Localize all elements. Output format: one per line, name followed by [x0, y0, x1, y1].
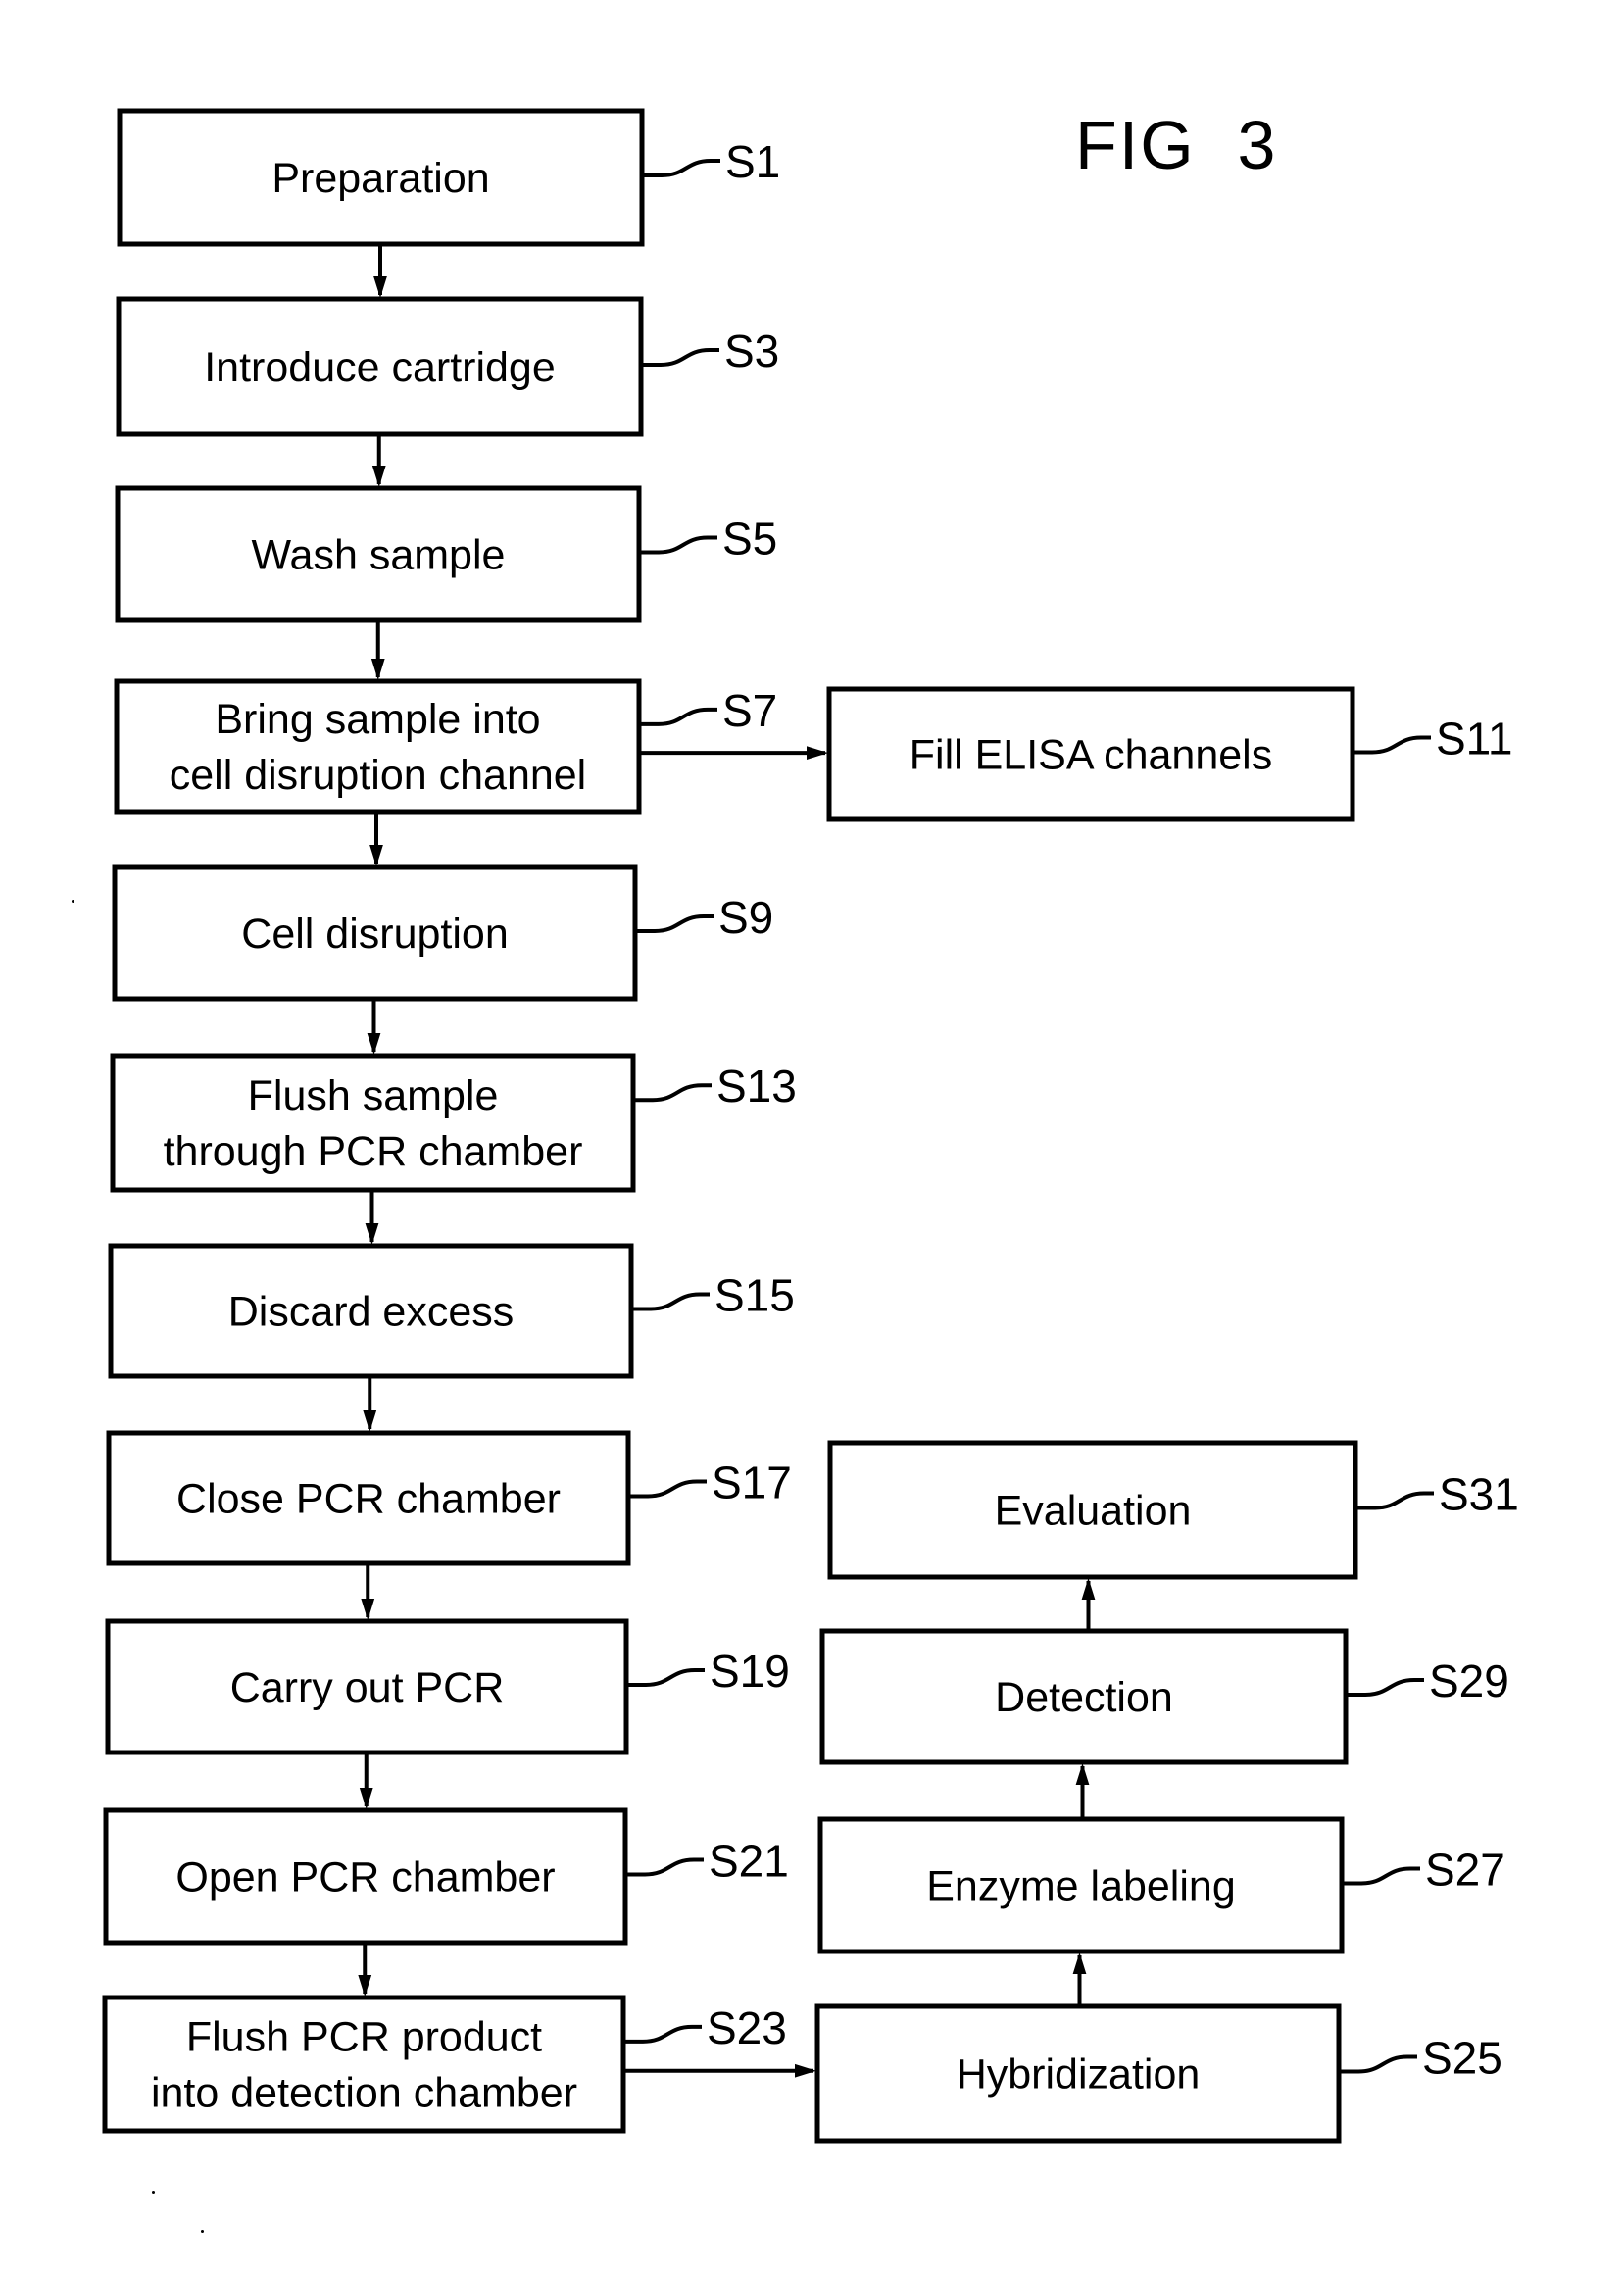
leader-line — [639, 535, 717, 555]
step-box-s27: Enzyme labeling — [817, 1816, 1345, 1954]
arrow-head — [358, 1975, 372, 1997]
step-text: Bring sample into — [215, 696, 540, 743]
step-text: Close PCR chamber — [176, 1476, 561, 1523]
step-box-s1: Preparation — [117, 108, 645, 247]
step-text: Flush sample — [248, 1072, 499, 1119]
step-reference-label: S19 — [710, 1646, 790, 1697]
leader-line — [639, 707, 717, 726]
step-text: Introduce cartridge — [204, 344, 556, 391]
step-text: Fill ELISA channels — [910, 732, 1272, 779]
arrow-head — [365, 1223, 379, 1245]
step-reference-label: S3 — [724, 325, 779, 376]
step-reference-label: S5 — [722, 514, 777, 565]
step-reference-label: S11 — [1436, 714, 1512, 765]
leader-line — [631, 1292, 710, 1311]
step-text: through PCR chamber — [164, 1128, 583, 1175]
leader-line — [633, 1083, 712, 1103]
scan-speck — [72, 900, 74, 903]
step-box-s5: Wash sample — [115, 485, 642, 623]
leader-line — [635, 914, 714, 933]
step-text: Enzyme labeling — [926, 1863, 1236, 1910]
leader-line — [625, 1857, 704, 1877]
step-text: Detection — [995, 1674, 1173, 1721]
scan-speck — [201, 2230, 204, 2233]
step-box-s31: Evaluation — [827, 1440, 1358, 1580]
leader-line — [1353, 735, 1431, 755]
arrow-head — [363, 1410, 377, 1432]
step-box-s19: Carry out PCR — [105, 1618, 629, 1755]
leader-line — [623, 2024, 702, 2044]
step-box-s15: Discard excess — [108, 1243, 634, 1379]
step-text: Open PCR chamber — [175, 1854, 555, 1901]
arrow-head — [361, 1599, 375, 1620]
step-reference-label: S25 — [1422, 2033, 1502, 2084]
step-text: Preparation — [271, 155, 489, 202]
step-text: Cell disruption — [241, 911, 508, 958]
leader-line — [1342, 1866, 1420, 1886]
leader-line — [641, 348, 719, 367]
step-reference-label: S23 — [707, 2002, 787, 2053]
step-text: Discard excess — [228, 1289, 515, 1336]
scan-speck — [152, 2191, 155, 2194]
step-reference-label: S13 — [716, 1061, 797, 1111]
step-reference-label: S17 — [712, 1457, 792, 1508]
step-box-s23: Flush PCR product into detection chamber — [102, 1995, 626, 2134]
arrow-head — [370, 659, 385, 680]
step-text: into detection chamber — [151, 2070, 577, 2117]
step-box-s21: Open PCR chamber — [103, 1807, 628, 1946]
leader-line — [1339, 2054, 1417, 2074]
arrow-head — [807, 746, 828, 761]
step-box-s11: Fill ELISA channels — [826, 686, 1355, 822]
step-reference-label: S9 — [718, 892, 773, 943]
step-text: cell disruption channel — [170, 752, 587, 799]
arrow-head — [1081, 1578, 1096, 1600]
step-label-layer: S1 S3 S5 S7 S9 S11 S13 S15 S17 S19 S21 S23 S25 S27 S29… — [623, 136, 1519, 2084]
step-box-s17: Close PCR chamber — [106, 1430, 631, 1566]
step-box-s13: Flush sample through PCR chamber — [110, 1053, 636, 1193]
step-reference-label: S15 — [714, 1270, 795, 1321]
arrow-head — [369, 845, 383, 866]
step-box-s7: Bring sample into cell disruption channel — [114, 678, 642, 815]
step-text: Flush PCR product — [186, 2014, 542, 2061]
step-text: Carry out PCR — [230, 1664, 505, 1711]
step-reference-label: S31 — [1439, 1469, 1519, 1520]
step-text: Evaluation — [995, 1488, 1192, 1535]
leader-line — [1355, 1491, 1434, 1510]
step-reference-label: S7 — [722, 685, 777, 736]
step-text: Wash sample — [252, 532, 506, 579]
leader-line — [1346, 1678, 1424, 1697]
step-box-s9: Cell disruption — [112, 864, 638, 1002]
step-reference-label: S27 — [1425, 1845, 1505, 1896]
step-reference-label: S1 — [725, 136, 780, 187]
arrow-head — [373, 276, 387, 298]
leader-line — [642, 159, 720, 177]
step-box-s29: Detection — [819, 1628, 1349, 1765]
arrow-head — [1075, 1763, 1090, 1785]
step-reference-label: S21 — [709, 1836, 789, 1887]
step-text: Hybridization — [957, 2051, 1201, 2098]
arrow-head — [371, 466, 386, 487]
arrow-head — [1072, 1952, 1087, 1974]
flowchart: Preparation Introduce cartridge Wash sampl… — [102, 108, 1519, 2144]
arrow-head — [795, 2063, 816, 2078]
leader-line — [626, 1668, 705, 1687]
arrow-head — [367, 1033, 381, 1055]
leader-line — [628, 1479, 707, 1499]
step-box-s25: Hybridization — [814, 2003, 1342, 2144]
step-reference-label: S29 — [1429, 1655, 1509, 1706]
step-box-s3: Introduce cartridge — [116, 296, 644, 437]
arrow-head — [359, 1788, 373, 1809]
